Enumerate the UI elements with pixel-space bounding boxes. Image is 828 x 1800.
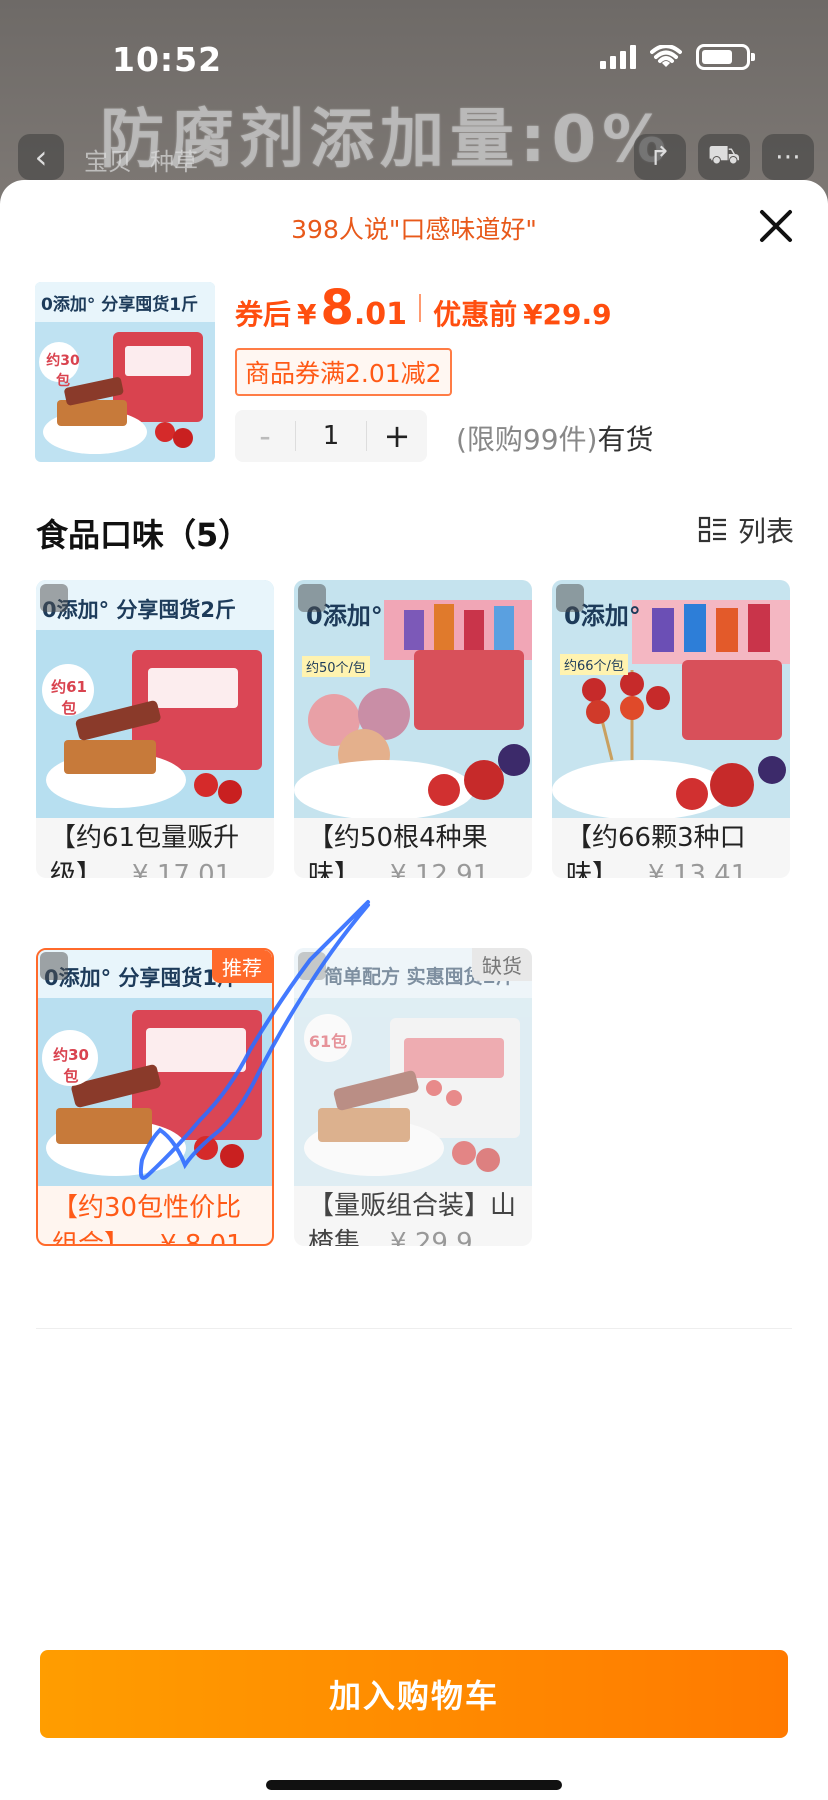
quantity-value[interactable]: 1 — [295, 421, 367, 451]
battery-icon — [696, 44, 755, 70]
list-icon — [698, 516, 726, 543]
status-icons — [600, 44, 755, 70]
out-of-stock-badge: 缺货 — [472, 948, 532, 981]
background-tabs: 宝贝 种草 — [84, 142, 198, 177]
cart-icon[interactable]: ⛟ — [698, 134, 750, 180]
price-divider — [419, 294, 422, 322]
decrement-button[interactable]: - — [235, 417, 295, 455]
flavor-option-selected[interactable]: 0添加° 分享囤货1斤 约30包 推荐 【约30包性价比组合】… ¥ 8.01 — [36, 948, 274, 1246]
flavor-option[interactable]: 0添加° 约66个/包 【约66颗3种口味】… ¥ 13.41 — [552, 580, 790, 878]
price-label: 券后 — [235, 298, 292, 331]
option-image-tag: 0添加° 分享囤货1斤 — [44, 966, 239, 990]
option-price: ¥ 29.9 — [390, 1228, 473, 1246]
option-price: ¥ 12.91 — [390, 860, 490, 878]
option-image: 0添加° 分享囤货2斤 约61包 — [36, 580, 274, 818]
option-image-tag: 0添加° 分享囤货2斤 — [42, 598, 237, 622]
currency-symbol: ¥ — [297, 298, 317, 331]
expand-icon[interactable] — [40, 584, 68, 612]
background-nav-actions: ↱ ⛟ ⋯ — [634, 134, 814, 180]
option-image: 0添加° 约66个/包 — [552, 580, 790, 818]
review-highlight: 398人说"口感味道好" — [291, 215, 537, 244]
tab-zhongcao[interactable]: 种草 — [150, 142, 198, 177]
stock-info: (限购99件)有货 — [456, 418, 654, 458]
purchase-limit: (限购99件) — [456, 423, 598, 456]
quantity-stepper: - 1 + — [235, 410, 427, 462]
expand-icon[interactable] — [556, 584, 584, 612]
divider — [36, 1328, 792, 1329]
flavor-option[interactable]: 0添加° 约50个/包 【约50根4种果味】… ¥ 12.91 — [294, 580, 532, 878]
section-title: 食品口味（5） — [36, 516, 251, 554]
thumbnail-tag: 0添加° 分享囤货1斤 — [41, 295, 199, 315]
original-price: ¥29.9 — [523, 298, 612, 331]
stock-status: 有货 — [597, 423, 654, 456]
option-image: 简单配方 实惠囤货2斤 61包 — [294, 948, 532, 1186]
option-label: 【约50根4种果味】… ¥ 12.91 — [308, 820, 523, 878]
option-label: 【约66颗3种口味】… ¥ 13.41 — [566, 820, 781, 878]
option-price: ¥ 13.41 — [648, 860, 748, 878]
coupon-badge: 商品券满2.01减2 — [235, 348, 452, 396]
option-image-sub: 约61包 — [51, 678, 87, 717]
expand-icon[interactable] — [298, 584, 326, 612]
option-image: 0添加° 分享囤货1斤 约30包 — [38, 950, 272, 1186]
cellular-signal-icon — [600, 45, 636, 69]
wifi-icon — [650, 45, 682, 67]
tab-baobei[interactable]: 宝贝 — [84, 142, 132, 177]
flavor-option[interactable]: 0添加° 分享囤货2斤 约61包 【约61包量贩升级】… ¥ 17.01 — [36, 580, 274, 878]
price-line: 券后 ¥ 8 .01 优惠前 ¥29.9 — [235, 280, 612, 336]
thumbnail-weight: 约30包 — [46, 353, 80, 389]
expand-icon[interactable] — [40, 952, 68, 980]
option-price: ¥ 17.01 — [132, 860, 232, 878]
option-price: ¥ 8.01 — [160, 1230, 243, 1246]
option-image-sub: 约30包 — [53, 1046, 89, 1085]
option-label: 【约61包量贩升级】… ¥ 17.01 — [50, 820, 265, 878]
option-image-sub: 约66个/包 — [560, 654, 628, 675]
background-page: 10:52 防腐剂添加量:0% ‹ 宝贝 种草 ↱ ⛟ ⋯ — [0, 0, 828, 200]
increment-button[interactable]: + — [367, 417, 427, 455]
price-cents: .01 — [353, 297, 408, 332]
option-image: 0添加° 约50个/包 — [294, 580, 532, 818]
list-toggle-label: 列表 — [737, 515, 794, 548]
price-main: 8 — [320, 280, 354, 336]
option-image-sub: 约50个/包 — [302, 656, 370, 677]
back-icon[interactable]: ‹ — [18, 134, 64, 180]
option-image-sub: 61包 — [308, 1032, 348, 1051]
recommended-badge: 推荐 — [212, 950, 272, 983]
share-icon[interactable]: ↱ — [634, 134, 686, 180]
option-label: 【约30包性价比组合】… ¥ 8.01 — [52, 1190, 267, 1246]
original-price-label: 优惠前 — [433, 298, 518, 331]
add-to-cart-button[interactable]: 加入购物车 — [40, 1650, 788, 1738]
close-icon[interactable] — [754, 204, 798, 248]
expand-icon[interactable] — [298, 952, 326, 980]
status-time: 10:52 — [112, 40, 223, 79]
list-view-toggle[interactable]: 列表 — [698, 510, 794, 550]
option-label: 【量贩组合装】山楂集… ¥ 29.9 — [308, 1188, 523, 1246]
product-thumbnail[interactable]: 0添加° 分享囤货1斤 约30包 — [35, 282, 215, 462]
more-icon[interactable]: ⋯ — [762, 134, 814, 180]
sku-selector-sheet: 398人说"口感味道好" 0添加° 分享囤货1斤 约30包 券后 ¥ 8 .01… — [0, 180, 828, 1800]
flavor-option-out-of-stock[interactable]: 简单配方 实惠囤货2斤 61包 缺货 【量贩组合装】山楂集… ¥ 29.9 — [294, 948, 532, 1246]
home-indicator — [266, 1780, 562, 1790]
